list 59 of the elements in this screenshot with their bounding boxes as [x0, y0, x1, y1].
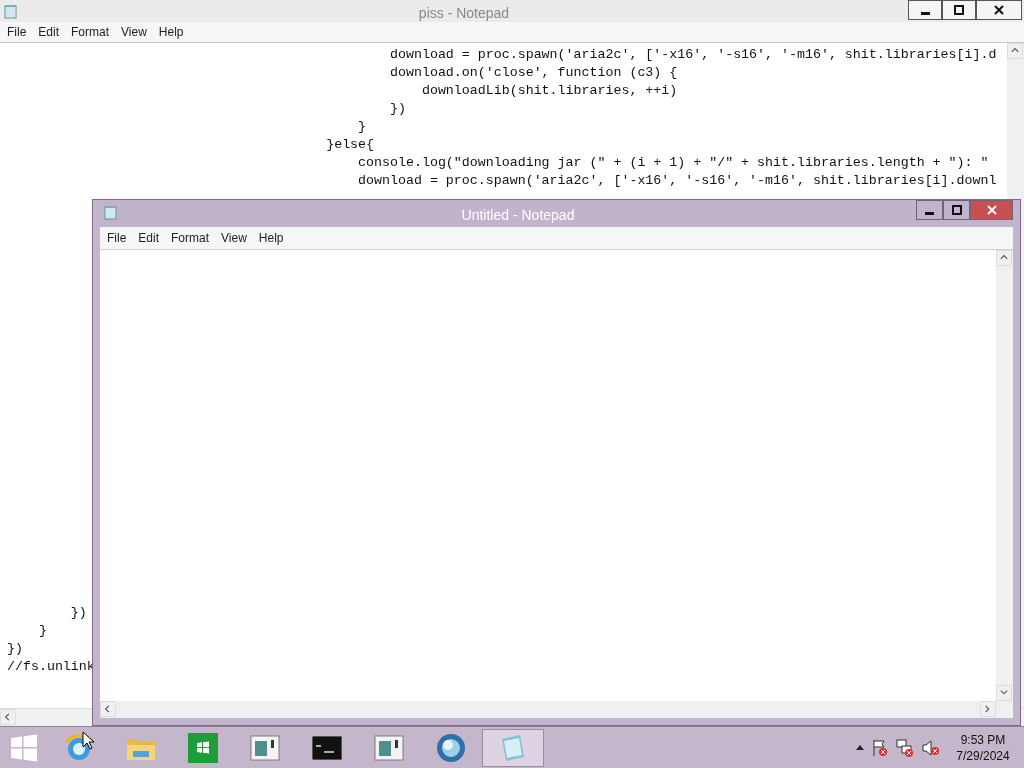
- minimize-icon: [920, 11, 930, 15]
- muted-speaker-icon[interactable]: [922, 738, 940, 757]
- code-line: downloadLib(shit.libraries, ++i): [420, 82, 679, 100]
- code-line: download = proc.spawn('aria2c', ['-x16', '-s16', '-m16', shit.libraries[i].downl: [357, 172, 998, 190]
- maximize-button[interactable]: [942, 0, 976, 20]
- code-line: }): [7, 640, 23, 658]
- caret-icon[interactable]: [856, 745, 864, 750]
- network-icon[interactable]: [896, 738, 914, 757]
- code-line: }else{: [325, 136, 376, 154]
- code-line: //fs.unlink: [7, 658, 95, 676]
- window-title: piss - Notepad: [418, 4, 510, 23]
- menu-item[interactable]: Format: [165, 229, 216, 247]
- clock-time: 9:53 PM: [960, 731, 1006, 748]
- maximize-icon: [954, 5, 964, 15]
- notepad-icon: [3, 3, 17, 19]
- scroll-up-button[interactable]: [1007, 43, 1023, 59]
- close-icon: [994, 5, 1004, 15]
- console-icon: [312, 735, 342, 760]
- notepad-icon: [103, 204, 117, 220]
- menu-item[interactable]: Help: [252, 229, 290, 247]
- window-icon: [374, 734, 404, 761]
- menu-item[interactable]: File: [101, 229, 133, 247]
- horizontal-scrollbar[interactable]: [100, 701, 996, 718]
- code-line: }: [357, 118, 368, 136]
- menu-item[interactable]: View: [215, 229, 253, 247]
- scroll-left-button[interactable]: [0, 709, 16, 725]
- code-line: download = proc.spawn('aria2c', ['-x16', '-s16', '-m16', shit.libraries[i].d: [389, 46, 998, 64]
- window-icon: [250, 734, 280, 761]
- maximize-button[interactable]: [943, 200, 970, 220]
- scroll-up-button[interactable]: [996, 250, 1012, 266]
- minimize-button[interactable]: [916, 200, 943, 220]
- minimize-button[interactable]: [908, 0, 942, 20]
- code-line: }): [389, 100, 407, 118]
- menu-item[interactable]: Help: [152, 23, 190, 41]
- menu-item[interactable]: Edit: [132, 229, 166, 247]
- minimize-icon: [925, 211, 934, 215]
- menu-item[interactable]: File: [1, 23, 33, 41]
- close-button[interactable]: [976, 0, 1022, 20]
- scroll-right-button[interactable]: [980, 701, 996, 717]
- scroll-down-button[interactable]: [996, 685, 1012, 701]
- code-line: }): [69, 604, 87, 622]
- close-icon: [986, 205, 997, 215]
- window-title: Untitled - Notepad: [461, 206, 575, 225]
- code-line: console.log("downloading jar (" + (i + 1) + "/" + shit.libraries.length + "): ": [357, 154, 990, 172]
- scroll-left-button[interactable]: [100, 701, 116, 717]
- mouse-cursor-icon: [82, 731, 94, 750]
- windows-logo-icon: [10, 733, 38, 762]
- code-line: }: [37, 622, 47, 640]
- vertical-scrollbar[interactable]: [996, 250, 1013, 701]
- store-icon: [188, 732, 218, 763]
- menu-item[interactable]: Format: [65, 23, 116, 41]
- clock-date: 7/29/2024: [956, 747, 1010, 764]
- maximize-icon: [951, 205, 962, 215]
- code-line: download.on('close', function (c3) {: [389, 64, 679, 82]
- menu-item[interactable]: Edit: [32, 23, 66, 41]
- scrollbar-corner: [996, 701, 1013, 718]
- globe-icon: [435, 731, 467, 764]
- flag-icon[interactable]: [872, 738, 888, 757]
- menu-item[interactable]: View: [115, 23, 153, 41]
